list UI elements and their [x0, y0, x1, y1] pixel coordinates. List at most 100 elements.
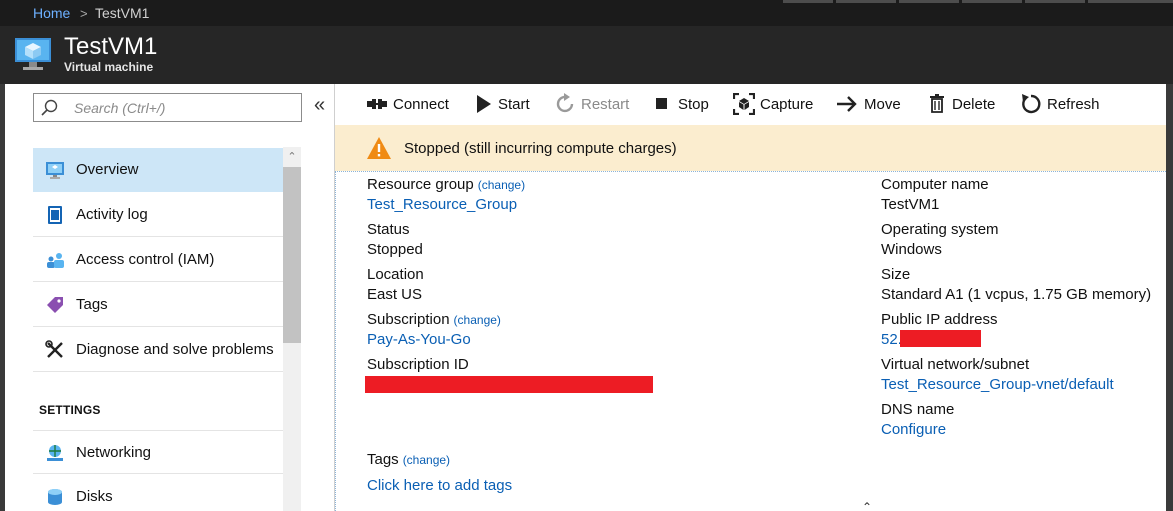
search-box[interactable]: Search (Ctrl+/) [33, 93, 302, 122]
subscription-id-redacted [365, 376, 653, 393]
settings-section-header: SETTINGS [39, 403, 101, 417]
os-label: Operating system [881, 221, 999, 238]
top-bar-segment [836, 0, 896, 3]
capture-label: Capture [760, 96, 814, 113]
computer-name-value: TestVM1 [881, 196, 940, 213]
menu-item-tags[interactable]: Tags [33, 283, 283, 327]
capture-button[interactable]: Capture [733, 93, 823, 115]
left-edge [0, 84, 5, 511]
scroll-up-arrow-icon[interactable]: ⌃ [283, 147, 301, 167]
menu-item-label: Diagnose and solve problems [76, 341, 274, 358]
top-bar-segment [1088, 0, 1173, 3]
top-bar-segment [962, 0, 1022, 3]
delete-button[interactable]: Delete [928, 93, 998, 115]
resource-group-label-row: Resource group (change) [367, 176, 525, 193]
subscription-id-label: Subscription ID [367, 356, 469, 373]
refresh-button[interactable]: Refresh [1020, 93, 1105, 115]
menu-item-label: Tags [76, 296, 108, 313]
warning-icon [367, 137, 391, 159]
breadcrumb-home-link[interactable]: Home [33, 5, 70, 21]
virtual-machine-icon [15, 38, 51, 70]
status-label: Status [367, 221, 410, 238]
collapse-essentials-chevron-icon[interactable]: ⌃ [862, 500, 872, 511]
top-bar-segment [899, 0, 959, 3]
menu-item-disks[interactable]: Disks [33, 475, 283, 511]
breadcrumb-separator: > [80, 6, 88, 21]
subscription-label-row: Subscription (change) [367, 311, 501, 328]
move-label: Move [864, 96, 901, 113]
resource-group-link[interactable]: Test_Resource_Group [367, 196, 517, 213]
menu-item-label: Disks [76, 488, 113, 505]
networking-icon [47, 445, 63, 461]
subscription-label: Subscription [367, 311, 450, 328]
search-icon [41, 99, 58, 116]
blade-header: TestVM1 Virtual machine [0, 26, 1173, 84]
access-control-icon [47, 253, 64, 268]
vnet-label: Virtual network/subnet [881, 356, 1030, 373]
collapse-menu-button[interactable]: « [314, 94, 325, 117]
menu-item-networking[interactable]: Networking [33, 430, 283, 474]
right-edge [1166, 84, 1173, 511]
connect-icon [367, 99, 387, 109]
stop-button[interactable]: Stop [654, 93, 714, 115]
scrollbar-thumb[interactable] [283, 167, 301, 343]
move-button[interactable]: Move [836, 93, 906, 115]
connect-button[interactable]: Connect [366, 93, 456, 115]
subscription-change-link[interactable]: (change) [454, 313, 501, 327]
location-value: East US [367, 286, 423, 303]
computer-name-label: Computer name [881, 176, 989, 193]
connect-label: Connect [393, 96, 449, 113]
delete-label: Delete [952, 96, 996, 113]
start-button[interactable]: Start [474, 93, 544, 115]
menu-item-label: Activity log [76, 206, 148, 223]
resource-group-change-link[interactable]: (change) [478, 178, 525, 192]
page-title: TestVM1 [64, 33, 158, 60]
size-value: Standard A1 (1 vcpus, 1.75 GB memory) [881, 286, 1152, 303]
location-label: Location [367, 266, 424, 283]
restart-button[interactable]: Restart [555, 93, 635, 115]
arrow-right-icon [837, 96, 857, 112]
vnet-link[interactable]: Test_Resource_Group-vnet/default [881, 376, 1114, 393]
overview-icon [46, 162, 64, 179]
tags-change-link[interactable]: (change) [403, 453, 450, 467]
status-value: Stopped [367, 241, 423, 258]
stop-label: Stop [678, 96, 709, 113]
menu-item-label: Access control (IAM) [76, 251, 215, 268]
size-label: Size [881, 266, 911, 283]
capture-icon [733, 93, 755, 115]
refresh-icon [1022, 94, 1041, 114]
menu-item-activity-log[interactable]: Activity log [33, 193, 283, 237]
menu-item-diagnose[interactable]: Diagnose and solve problems [33, 328, 283, 372]
tags-label: Tags [367, 451, 399, 468]
public-ip-link[interactable]: 52. [881, 331, 902, 348]
menu-item-label: Networking [76, 444, 152, 461]
stop-icon [656, 98, 667, 109]
menu-item-overview[interactable]: Overview [33, 148, 283, 192]
tag-icon [47, 297, 63, 313]
top-bar-segment [783, 0, 833, 3]
start-label: Start [498, 96, 530, 113]
restart-icon [556, 93, 574, 113]
status-banner-text: Stopped (still incurring compute charges… [404, 140, 677, 157]
top-bar: Home > TestVM1 [0, 0, 1173, 26]
play-icon [477, 95, 491, 113]
search-input[interactable]: Search (Ctrl+/) [74, 100, 165, 116]
subscription-link[interactable]: Pay-As-You-Go [367, 331, 471, 348]
disks-icon [48, 489, 62, 505]
top-bar-segment [1025, 0, 1085, 3]
wrench-icon [45, 340, 63, 358]
status-banner: Stopped (still incurring compute charges… [335, 125, 1166, 171]
menu-item-label: Overview [76, 161, 139, 178]
add-tags-link[interactable]: Click here to add tags [367, 477, 512, 494]
refresh-label: Refresh [1047, 96, 1100, 113]
command-bar: Connect Start Restart Stop Capture Move … [335, 84, 1166, 125]
dns-configure-link[interactable]: Configure [881, 421, 946, 438]
public-ip-redacted [900, 330, 981, 347]
page-subtitle: Virtual machine [64, 60, 154, 74]
activity-log-icon [48, 206, 62, 224]
menu-item-access-control[interactable]: Access control (IAM) [33, 238, 283, 282]
breadcrumb-current: TestVM1 [95, 5, 150, 21]
os-value: Windows [881, 241, 942, 258]
trash-icon [930, 94, 944, 113]
public-ip-label: Public IP address [881, 311, 998, 328]
